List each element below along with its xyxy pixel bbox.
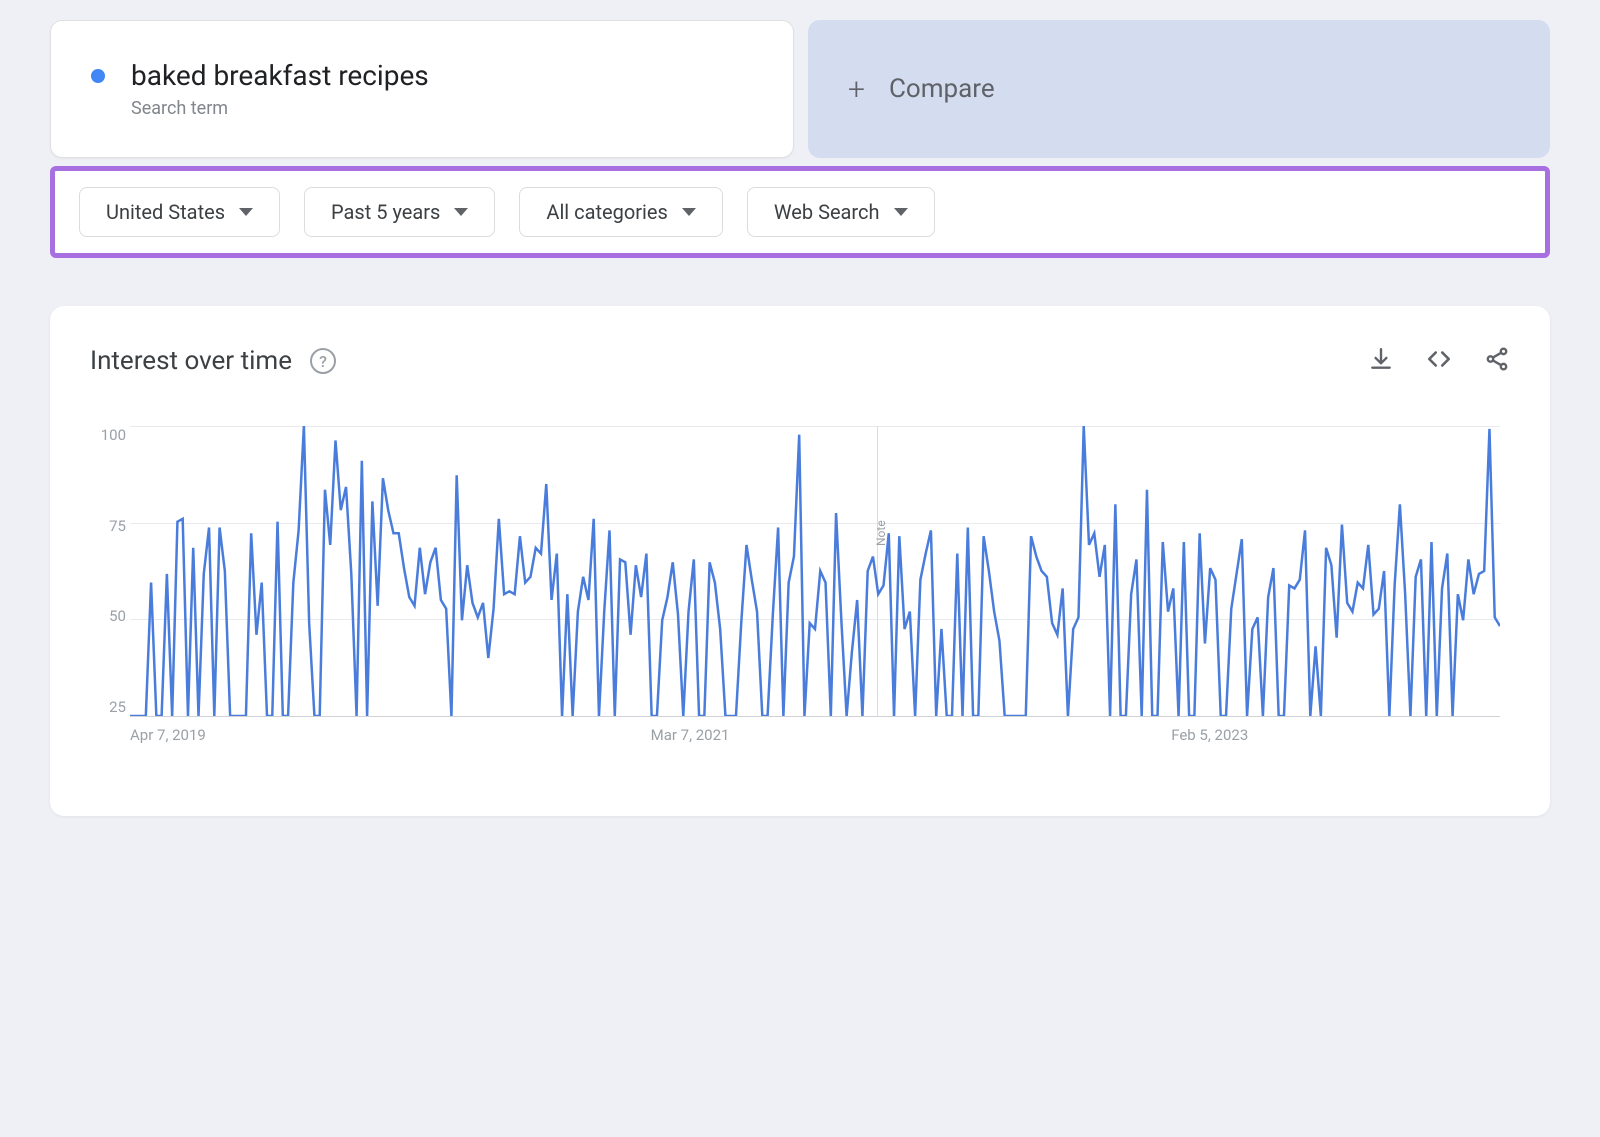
chart-plot[interactable]: 100 75 50 25 Note Apr 7, 2019 Mar 7, 202…	[130, 426, 1500, 756]
plus-icon: +	[848, 72, 865, 107]
search-term-text: baked breakfast recipes	[131, 59, 429, 92]
filter-search-type-label: Web Search	[774, 200, 880, 224]
embed-icon[interactable]	[1424, 346, 1454, 376]
chevron-down-icon	[894, 208, 908, 216]
filter-region-label: United States	[106, 200, 225, 224]
y-tick: 50	[90, 607, 126, 625]
search-term-card[interactable]: baked breakfast recipes Search term	[50, 20, 794, 158]
share-icon[interactable]	[1484, 346, 1510, 376]
chevron-down-icon	[682, 208, 696, 216]
x-axis: Apr 7, 2019 Mar 7, 2021 Feb 5, 2023	[130, 726, 1500, 756]
y-tick: 100	[90, 426, 126, 444]
y-tick: 75	[90, 517, 126, 535]
interest-over-time-card: Interest over time ? 100 75 50 25	[50, 306, 1550, 816]
y-axis: 100 75 50 25	[90, 426, 126, 716]
compare-label: Compare	[889, 74, 995, 104]
help-icon[interactable]: ?	[310, 348, 336, 374]
x-tick: Mar 7, 2021	[651, 726, 730, 744]
download-icon[interactable]	[1368, 346, 1394, 376]
filters-bar: United States Past 5 years All categorie…	[50, 166, 1550, 258]
chevron-down-icon	[239, 208, 253, 216]
search-term-type: Search term	[131, 98, 429, 119]
y-tick: 25	[90, 698, 126, 716]
x-tick: Feb 5, 2023	[1171, 726, 1248, 744]
compare-button[interactable]: + Compare	[808, 20, 1550, 158]
chart-title: Interest over time	[90, 346, 292, 376]
x-tick: Apr 7, 2019	[130, 726, 206, 744]
filter-timeframe-label: Past 5 years	[331, 200, 440, 224]
line-chart-svg	[130, 426, 1500, 716]
filter-timeframe[interactable]: Past 5 years	[304, 187, 495, 237]
series-color-dot	[91, 69, 105, 83]
filter-category[interactable]: All categories	[519, 187, 722, 237]
chevron-down-icon	[454, 208, 468, 216]
filter-region[interactable]: United States	[79, 187, 280, 237]
filter-category-label: All categories	[546, 200, 667, 224]
filter-search-type[interactable]: Web Search	[747, 187, 935, 237]
